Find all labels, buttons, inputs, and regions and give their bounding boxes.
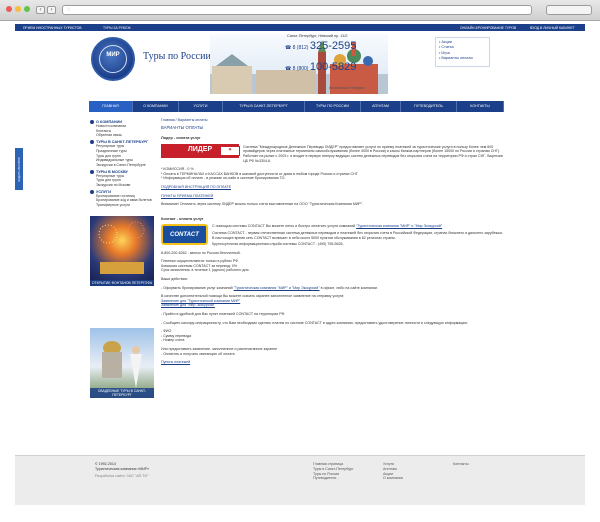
contact-heading: Контакт - оплата услуг <box>161 216 204 221</box>
sidebar-list-spb: Регулярные туры Праздничные туры Туры дл… <box>90 144 156 168</box>
sidebar: О КОМПАНИИ Новости компании Контакты Обр… <box>90 118 156 398</box>
site-footer: © 1992-2014 Туристическая компания «МИР»… <box>15 455 585 505</box>
nav-spb-tours[interactable]: ТУРЫ В САНКТ-ПЕТЕРБУРГ <box>223 101 305 112</box>
minimize-window-icon[interactable] <box>15 6 21 12</box>
contact-phones: Санкт-Петербург, Невский пр. 11/2 ☎ 8 (8… <box>285 34 395 90</box>
sidebar-list-services: Бронирование гостиниц Бронирование ж/д и… <box>90 194 156 208</box>
browser-search-field[interactable] <box>546 5 592 15</box>
quick-links: • Акции • Статьи • Игра • Варианты оплат… <box>435 37 490 67</box>
nav-services[interactable]: УСЛУГИ <box>179 101 223 112</box>
leader-notes: * КОМИССИЯ - 0 % * Оплата в ТЕРМИНАЛАХ и… <box>161 167 504 181</box>
phone-handset-icon: ☎ <box>285 66 293 72</box>
final-step: Или предоставить заявление, заполненное … <box>161 347 278 356</box>
leader-badge-icon: ▦ <box>220 145 240 156</box>
footer-link[interactable]: Путеводитель <box>313 476 353 481</box>
footer-link[interactable]: Контакты <box>453 462 469 467</box>
forward-arrow-icon[interactable]: › <box>47 6 56 14</box>
close-window-icon[interactable] <box>6 6 12 12</box>
leader-logo: ЛИДЕР ▦ <box>161 143 240 158</box>
nav-about[interactable]: О КОМПАНИИ <box>133 101 179 112</box>
footer-col-3: Контакты <box>453 462 469 467</box>
nav-agents[interactable]: АГЕНТАМ <box>361 101 401 112</box>
banner-fountains-caption: ОТКРЫТИЕ ФОНТАНОВ ПЕТЕРГОФА <box>90 279 154 286</box>
free-call-label: бесплатный телефон <box>329 86 365 90</box>
page-title: ВАРИАНТЫ ОПЛАТЫ <box>161 124 204 130</box>
banner-fountains[interactable]: ОТКРЫТИЕ ФОНТАНОВ ПЕТЕРГОФА <box>90 215 154 286</box>
step-visit: - Прийти в удобный для Вас пункт платеже… <box>161 312 286 317</box>
contact-description: С помощью системы CONTACT Вы можете легк… <box>212 224 503 247</box>
leader-description: Система "Международные Денежные Переводы… <box>243 144 503 163</box>
sidebar-item[interactable]: Экскурсии по Москве <box>90 183 156 188</box>
footer-col-1: Главная страница Туры в Санкт-Петербург … <box>313 462 353 481</box>
maximize-window-icon[interactable] <box>24 6 30 12</box>
site-header: МИР Туры по России Санкт-Петербург, Невс… <box>15 31 585 97</box>
leader-heading: Лидер - оплата услуг <box>161 136 201 141</box>
logo-ring-icon <box>99 45 127 73</box>
window-controls[interactable] <box>6 6 30 12</box>
phone-spb[interactable]: ☎ 8 (812) 325-2595 <box>285 40 356 52</box>
phone-handset-icon: ☎ <box>285 45 293 51</box>
address-bar[interactable]: ◌ <box>62 5 532 15</box>
main-navigation: ГЛАВНАЯ О КОМПАНИИ УСЛУГИ ТУРЫ В САНКТ-П… <box>89 101 504 112</box>
footer-col-2: Услуги Агентам Акции О компании <box>383 462 403 481</box>
bullet-icon <box>90 169 94 174</box>
step-inform: - Сообщить кассиру-операционисту, что Ва… <box>161 320 468 325</box>
payment-points-link[interactable]: Пункты платежей <box>161 360 190 364</box>
leader-payment-points-link[interactable]: ПУНКТЫ ПРИЕМА ПЛАТЕЖЕЙ <box>161 194 213 198</box>
footer-link[interactable]: Туры в Санкт-Петербург <box>313 467 353 472</box>
nav-home[interactable]: ГЛАВНАЯ <box>89 101 133 112</box>
top-bar: ПРИЕМ ИНОСТРАННЫХ ТУРИСТОВ ТУРЫ ЗА РУБЕЖ… <box>15 24 585 31</box>
feedback-tab[interactable]: ЗАДАТЬ ВОПРОС <box>15 148 23 190</box>
logo-text: МИР <box>106 52 120 58</box>
main-content: Главная / Варианты оплаты ВАРИАНТЫ ОПЛАТ… <box>161 118 504 365</box>
bullet-icon <box>90 189 94 194</box>
sidebar-list-about: Новости компании Контакты Обратная связь <box>90 124 156 138</box>
footer-copyright: © 1992-2014 Туристическая компания «МИР»… <box>95 462 150 479</box>
office-address: Санкт-Петербург, Невский пр. 11/2 <box>287 34 348 38</box>
top-link-tours-abroad[interactable]: ТУРЫ ЗА РУБЕЖ <box>103 26 131 30</box>
site-title: Туры по России <box>143 51 211 62</box>
sidebar-list-moscow: Регулярные туры Туры для групп Экскурсии… <box>90 174 156 188</box>
top-link-foreign-tourists[interactable]: ПРИЕМ ИНОСТРАННЫХ ТУРИСТОВ <box>23 26 82 30</box>
leader-warning: Внимание! Оплатить через систему ЛИДЕР м… <box>161 202 364 207</box>
leader-block: ЛИДЕР ▦ Система "Международные Денежные … <box>161 143 504 163</box>
bullet-icon <box>90 120 94 124</box>
banner-wedding-caption: СВАДЕБНЫЕ ТУРЫ В САНКТ-ПЕТЕРБУРГ <box>90 387 154 398</box>
fireworks-image <box>98 221 145 274</box>
leader-note: * Информация об оплате - в режиме он-лай… <box>161 176 286 181</box>
contact-block: CONTACT С помощью системы CONTACT Вы мож… <box>161 224 504 246</box>
footer-link[interactable]: О компании <box>383 476 403 481</box>
leader-instructions-link[interactable]: ПОДРОБНАЯ ИНСТРУКЦИЯ ПО ОПЛАТЕ <box>161 185 231 189</box>
quick-link-payment[interactable]: • Варианты оплаты <box>439 56 486 61</box>
contact-logo: CONTACT <box>161 224 208 246</box>
banner-wedding[interactable]: СВАДЕБНЫЕ ТУРЫ В САНКТ-ПЕТЕРБУРГ <box>90 327 154 398</box>
company-link[interactable]: "Туристическая компания "МИР" и "Мир Экс… <box>356 224 442 228</box>
company-link[interactable]: "Туристическая компания "МИР" и "Мир Экс… <box>234 286 320 290</box>
footer-developer[interactable]: Разработка сайта: ЗАО "АЙ-ТИ" <box>95 474 149 479</box>
company-logo[interactable]: МИР <box>91 37 135 81</box>
steps-title: Ваши действия: <box>161 277 188 282</box>
info-list: - ФИО - Сумму перевода - Номер счета <box>161 329 192 343</box>
top-link-login[interactable]: ВХОД В ЛИЧНЫЙ КАБИНЕТ <box>530 26 575 30</box>
contact-phone: 8-800-200-6262 - звонок по России беспла… <box>161 250 241 255</box>
breadcrumb[interactable]: Главная / Варианты оплаты <box>161 118 504 123</box>
globe-icon: ◌ <box>67 7 71 13</box>
sidebar-item[interactable]: Трансферные услуги <box>90 203 156 208</box>
download-link-excursions[interactable]: Заявление для "Мир Экскурсий" <box>161 303 504 308</box>
browser-toolbar: ‹ › ◌ <box>0 0 600 21</box>
contact-rules: Платежи осуществляются только в рублях Р… <box>161 259 250 273</box>
sidebar-item[interactable]: Экскурсии в Санкт-Петербурге <box>90 163 156 168</box>
step-booking: - Оформить бронирование услуг компаний "… <box>161 285 378 290</box>
sidebar-item[interactable]: Обратная связь <box>90 133 156 138</box>
nav-contacts[interactable]: КОНТАКТЫ <box>457 101 504 112</box>
phone-free[interactable]: ☎ 8 (800) 100-5829 <box>285 61 356 73</box>
nav-guide[interactable]: ПУТЕВОДИТЕЛЬ <box>401 101 457 112</box>
nav-russia-tours[interactable]: ТУРЫ ПО РОССИИ <box>305 101 361 112</box>
back-arrow-icon[interactable]: ‹ <box>36 6 45 14</box>
top-link-online-booking[interactable]: ОНЛАЙН-БРОНИРОВАНИЕ ТУРОВ <box>460 26 516 30</box>
